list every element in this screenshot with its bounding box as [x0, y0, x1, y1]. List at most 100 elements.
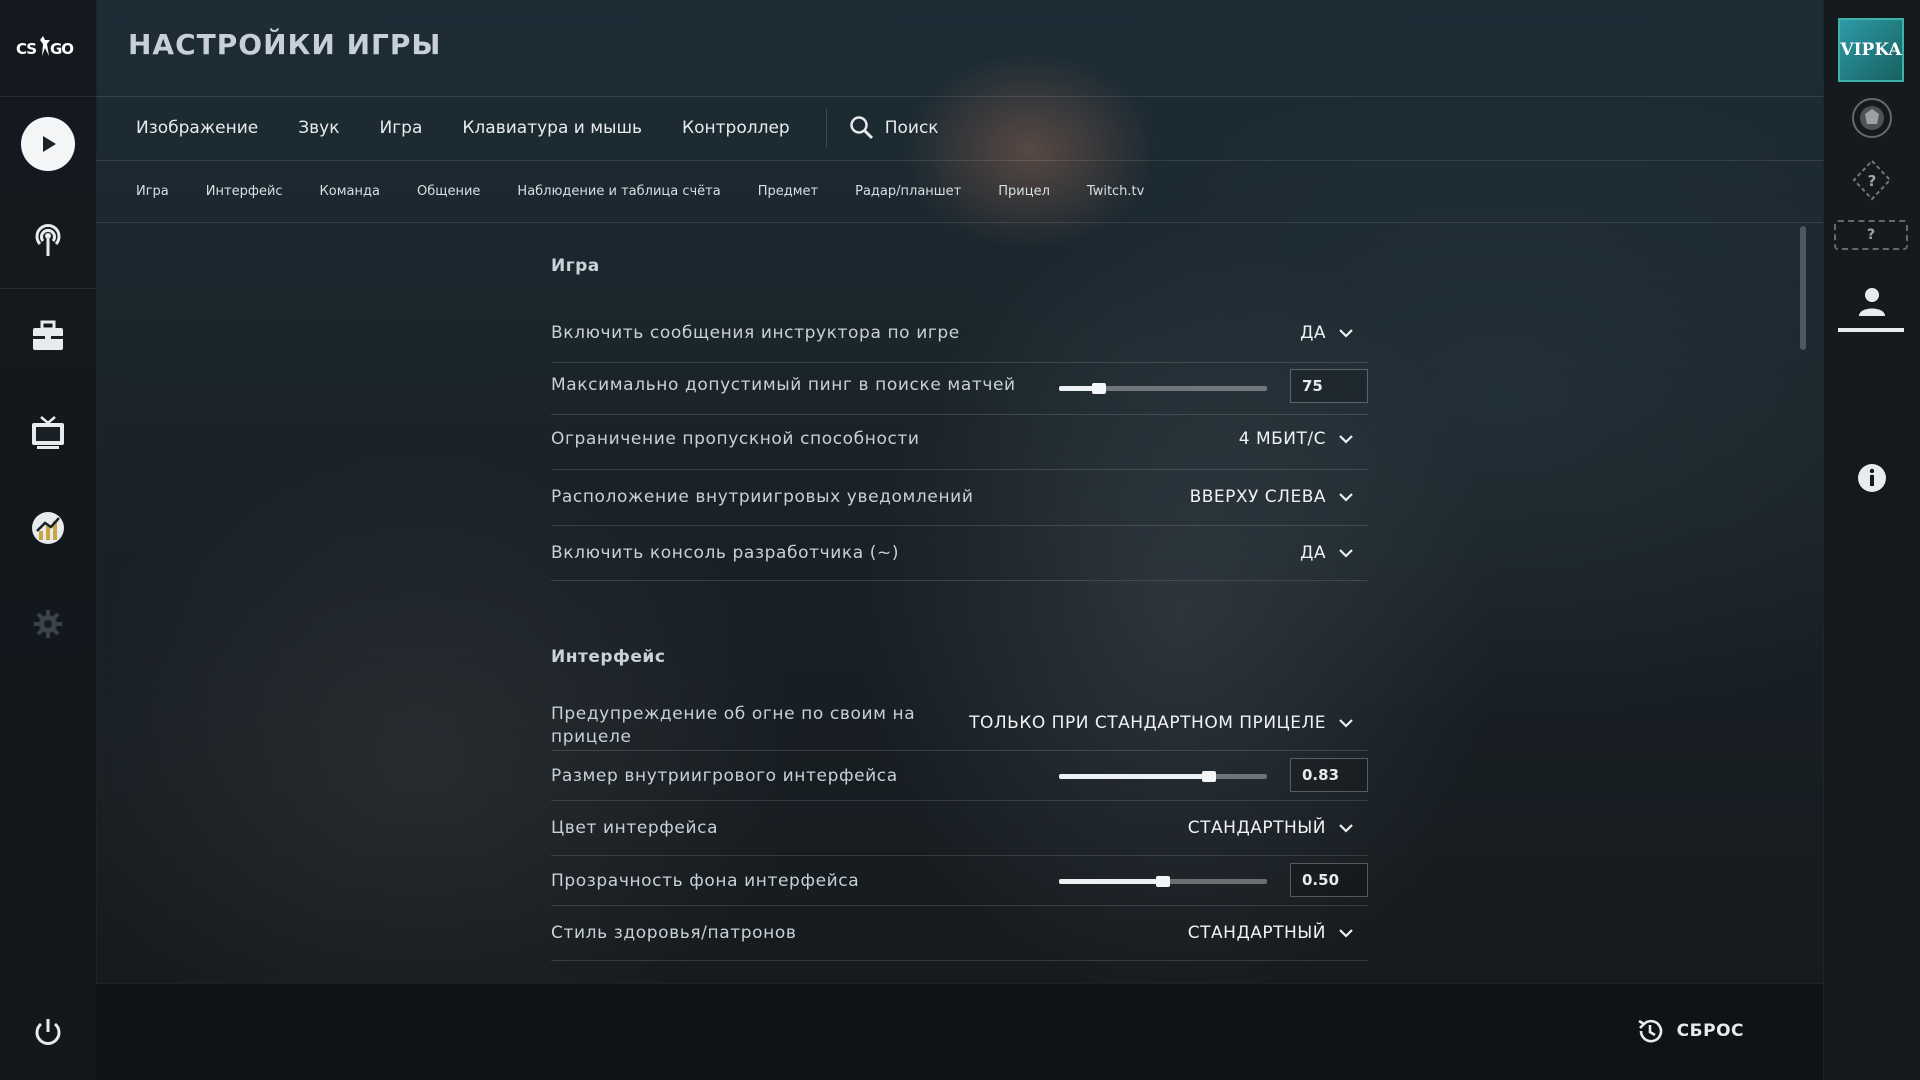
avatar[interactable]: VIPKA: [1838, 18, 1904, 82]
svg-text:CS: CS: [16, 40, 36, 58]
setting-label: Предупреждение об огне по своим на прице…: [551, 704, 916, 747]
max-ping-input[interactable]: 75: [1290, 369, 1368, 403]
section-title-game: Игра: [551, 256, 600, 276]
setting-row-health-ammo-style: Стиль здоровья/патронов СТАНДАРТНЫЙ: [551, 905, 1368, 961]
play-icon: [43, 136, 56, 152]
power-button[interactable]: [0, 992, 96, 1072]
subtab-interface[interactable]: Интерфейс: [206, 184, 283, 199]
tab-divider: [825, 108, 827, 148]
power-icon: [35, 1019, 61, 1045]
search-icon: [849, 116, 873, 140]
setting-row-max-ping: Максимально допустимый пинг в поиске мат…: [551, 362, 1368, 415]
setting-label: Размер внутриигрового интерфейса: [551, 766, 898, 786]
subtab-spectator-scoreboard[interactable]: Наблюдение и таблица счёта: [517, 184, 720, 199]
play-button[interactable]: [0, 104, 96, 184]
stats-button[interactable]: [0, 488, 96, 568]
reset-label: СБРОС: [1676, 1021, 1744, 1041]
page-title: НАСТРОЙКИ ИГРЫ: [128, 28, 442, 61]
right-sidebar: VIPKA ? ?: [1823, 0, 1920, 1080]
tv-icon: [32, 416, 64, 449]
tab-controller[interactable]: Контроллер: [682, 118, 790, 138]
hud-bg-alpha-input[interactable]: 0.50: [1290, 863, 1368, 897]
setting-row-friendly-fire-warning: Предупреждение об огне по своим на прице…: [551, 694, 1368, 751]
unknown-rank-badge[interactable]: ?: [1850, 158, 1894, 202]
tab-image[interactable]: Изображение: [136, 118, 258, 138]
svg-text:?: ?: [1868, 172, 1877, 190]
rank-emblem-icon: [1852, 98, 1892, 138]
user-icon: [1859, 288, 1885, 316]
footer-bar: СБРОС: [96, 983, 1824, 1080]
setting-row-dev-console: Включить консоль разработчика (~) ДА: [551, 525, 1368, 581]
settings-button[interactable]: [0, 584, 96, 664]
tab-game[interactable]: Игра: [380, 118, 423, 138]
instructor-dropdown[interactable]: ДА: [1300, 323, 1354, 343]
hud-scale-input[interactable]: 0.83: [1290, 758, 1368, 792]
slider-handle[interactable]: [1091, 383, 1106, 394]
setting-row-notification-position: Расположение внутриигровых уведомлений В…: [551, 469, 1368, 526]
notification-position-dropdown[interactable]: ВВЕРХУ СЛЕВА: [1190, 487, 1354, 507]
dropdown-value: ДА: [1300, 323, 1326, 343]
health-ammo-style-dropdown[interactable]: СТАНДАРТНЫЙ: [1188, 923, 1354, 943]
slider-handle[interactable]: [1156, 876, 1170, 887]
chevron-down-icon: [1339, 549, 1353, 558]
dropdown-value: 4 МБИТ/С: [1238, 429, 1326, 449]
subtab-item[interactable]: Предмет: [758, 184, 818, 199]
chevron-down-icon: [1339, 435, 1353, 444]
profile-active-indicator: [1838, 328, 1904, 332]
subtab-team[interactable]: Команда: [320, 184, 380, 199]
hud-bg-alpha-slider[interactable]: [1059, 876, 1267, 887]
subtab-communication[interactable]: Общение: [417, 184, 480, 199]
subtabs-divider: [96, 222, 1824, 223]
hud-color-dropdown[interactable]: СТАНДАРТНЫЙ: [1188, 818, 1354, 838]
sub-tabs: Игра Интерфейс Команда Общение Наблюдени…: [96, 160, 1144, 222]
subtab-radar[interactable]: Радар/планшет: [855, 184, 961, 199]
watch-button[interactable]: [0, 392, 96, 472]
chevron-down-icon: [1339, 719, 1353, 728]
info-icon: [1858, 464, 1886, 492]
subtab-game[interactable]: Игра: [136, 184, 169, 199]
tab-keyboard-mouse[interactable]: Клавиатура и мышь: [462, 118, 642, 138]
setting-label: Цвет интерфейса: [551, 818, 719, 838]
reset-button[interactable]: СБРОС: [1635, 1016, 1744, 1046]
history-icon: [1638, 1019, 1662, 1043]
info-button[interactable]: [1852, 458, 1892, 498]
setting-label: Расположение внутриигровых уведомлений: [551, 487, 974, 507]
hud-scale-slider[interactable]: [1059, 771, 1267, 782]
slider-handle[interactable]: [1201, 771, 1216, 782]
briefcase-icon: [33, 320, 63, 350]
tab-sound[interactable]: Звук: [298, 118, 339, 138]
broadcast-button[interactable]: [0, 200, 96, 280]
search-label: Поиск: [884, 118, 939, 138]
bandwidth-dropdown[interactable]: 4 МБИТ/С: [1239, 429, 1354, 449]
inventory-button[interactable]: [0, 296, 96, 376]
dropdown-value: ДА: [1300, 543, 1326, 563]
csgo-logo-icon: CS GO: [16, 36, 74, 58]
subtab-crosshair[interactable]: Прицел: [998, 184, 1050, 199]
setting-row-bandwidth: Ограничение пропускной способности 4 МБИ…: [551, 414, 1368, 470]
unknown-wingman-badge[interactable]: ?: [1834, 220, 1908, 250]
friendly-fire-dropdown[interactable]: ТОЛЬКО ПРИ СТАНДАРТНОМ ПРИЦЕЛЕ: [969, 713, 1354, 733]
setting-row-hud-bg-alpha: Прозрачность фона интерфейса 0.50: [551, 855, 1368, 906]
csgo-logo[interactable]: CS GO: [0, 0, 96, 97]
profile-button[interactable]: [1850, 280, 1894, 324]
search-button[interactable]: Поиск: [849, 115, 939, 141]
max-ping-slider[interactable]: [1059, 383, 1267, 394]
rank-badge[interactable]: [1850, 96, 1894, 140]
section-title-interface: Интерфейс: [551, 647, 666, 667]
chevron-down-icon: [1339, 824, 1353, 833]
dropdown-value: СТАНДАРТНЫЙ: [1187, 818, 1326, 838]
chevron-down-icon: [1339, 329, 1353, 338]
setting-label: Стиль здоровья/патронов: [551, 923, 797, 943]
dev-console-dropdown[interactable]: ДА: [1300, 543, 1354, 563]
sidebar-divider: [0, 288, 96, 289]
broadcast-icon: [35, 224, 61, 256]
settings-scrollbar[interactable]: [1800, 226, 1806, 350]
subtab-twitch[interactable]: Twitch.tv: [1087, 184, 1144, 199]
left-sidebar: CS GO: [0, 0, 97, 1080]
main-tabs: Изображение Звук Игра Клавиатура и мышь …: [96, 96, 939, 160]
gear-icon: [34, 610, 62, 638]
dropdown-value: ВВЕРХУ СЛЕВА: [1189, 487, 1326, 507]
chevron-down-icon: [1339, 493, 1353, 502]
setting-row-hud-color: Цвет интерфейса СТАНДАРТНЫЙ: [551, 800, 1368, 856]
svg-text:GO: GO: [50, 40, 73, 58]
